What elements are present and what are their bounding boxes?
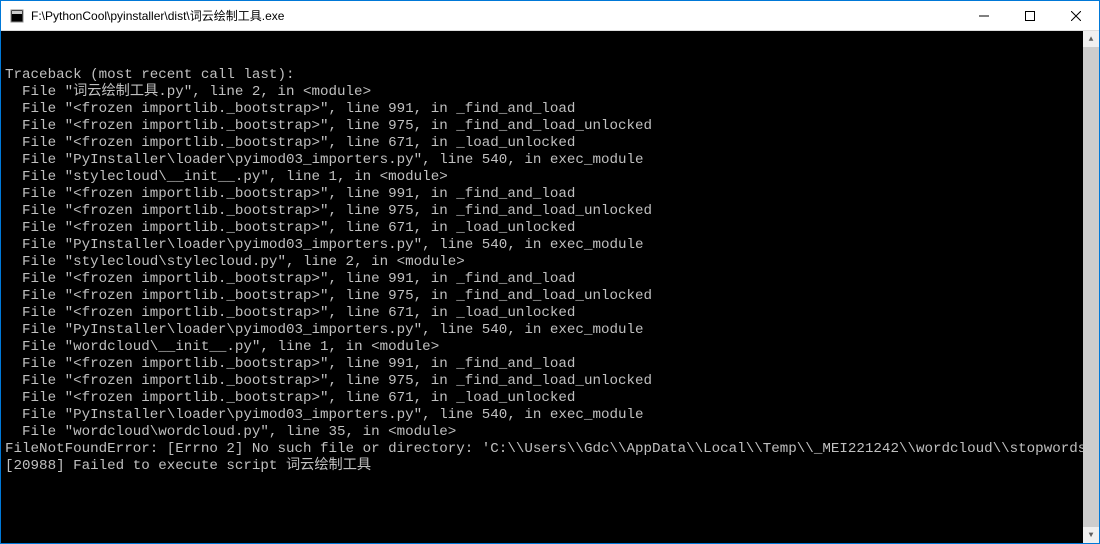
scrollbar-thumb[interactable] [1083, 47, 1099, 527]
vertical-scrollbar[interactable]: ▲ ▼ [1083, 31, 1099, 543]
console-line: File "stylecloud\__init__.py", line 1, i… [5, 169, 1095, 186]
app-icon [9, 8, 25, 24]
console-line: File "wordcloud\__init__.py", line 1, in… [5, 339, 1095, 356]
console-line: [20988] Failed to execute script 词云绘制工具 [5, 458, 1095, 475]
console-line: File "<frozen importlib._bootstrap>", li… [5, 271, 1095, 288]
console-line: File "<frozen importlib._bootstrap>", li… [5, 118, 1095, 135]
scroll-down-arrow[interactable]: ▼ [1083, 527, 1099, 543]
console-line: File "<frozen importlib._bootstrap>", li… [5, 373, 1095, 390]
console-line: File "<frozen importlib._bootstrap>", li… [5, 356, 1095, 373]
window-controls [961, 1, 1099, 30]
console-line: File "<frozen importlib._bootstrap>", li… [5, 220, 1095, 237]
scroll-up-arrow[interactable]: ▲ [1083, 31, 1099, 47]
console-line: File "wordcloud\wordcloud.py", line 35, … [5, 424, 1095, 441]
console-line: File "PyInstaller\loader\pyimod03_import… [5, 237, 1095, 254]
console-line: File "stylecloud\stylecloud.py", line 2,… [5, 254, 1095, 271]
close-button[interactable] [1053, 1, 1099, 30]
console-line: File "<frozen importlib._bootstrap>", li… [5, 390, 1095, 407]
console-line: File "词云绘制工具.py", line 2, in <module> [5, 84, 1095, 101]
console-line: File "PyInstaller\loader\pyimod03_import… [5, 322, 1095, 339]
console-line: Traceback (most recent call last): [5, 67, 1095, 84]
console-line: File "<frozen importlib._bootstrap>", li… [5, 186, 1095, 203]
console-line: File "PyInstaller\loader\pyimod03_import… [5, 407, 1095, 424]
console-line: File "<frozen importlib._bootstrap>", li… [5, 288, 1095, 305]
window-title: F:\PythonCool\pyinstaller\dist\词云绘制工具.ex… [31, 7, 961, 24]
console-line: File "<frozen importlib._bootstrap>", li… [5, 135, 1095, 152]
console-line: File "<frozen importlib._bootstrap>", li… [5, 203, 1095, 220]
console-line: File "<frozen importlib._bootstrap>", li… [5, 101, 1095, 118]
maximize-button[interactable] [1007, 1, 1053, 30]
console-line: File "PyInstaller\loader\pyimod03_import… [5, 152, 1095, 169]
console-line: File "<frozen importlib._bootstrap>", li… [5, 305, 1095, 322]
console-output[interactable]: Traceback (most recent call last): File … [1, 31, 1099, 543]
console-line: FileNotFoundError: [Errno 2] No such fil… [5, 441, 1095, 458]
titlebar[interactable]: F:\PythonCool\pyinstaller\dist\词云绘制工具.ex… [1, 1, 1099, 31]
minimize-button[interactable] [961, 1, 1007, 30]
